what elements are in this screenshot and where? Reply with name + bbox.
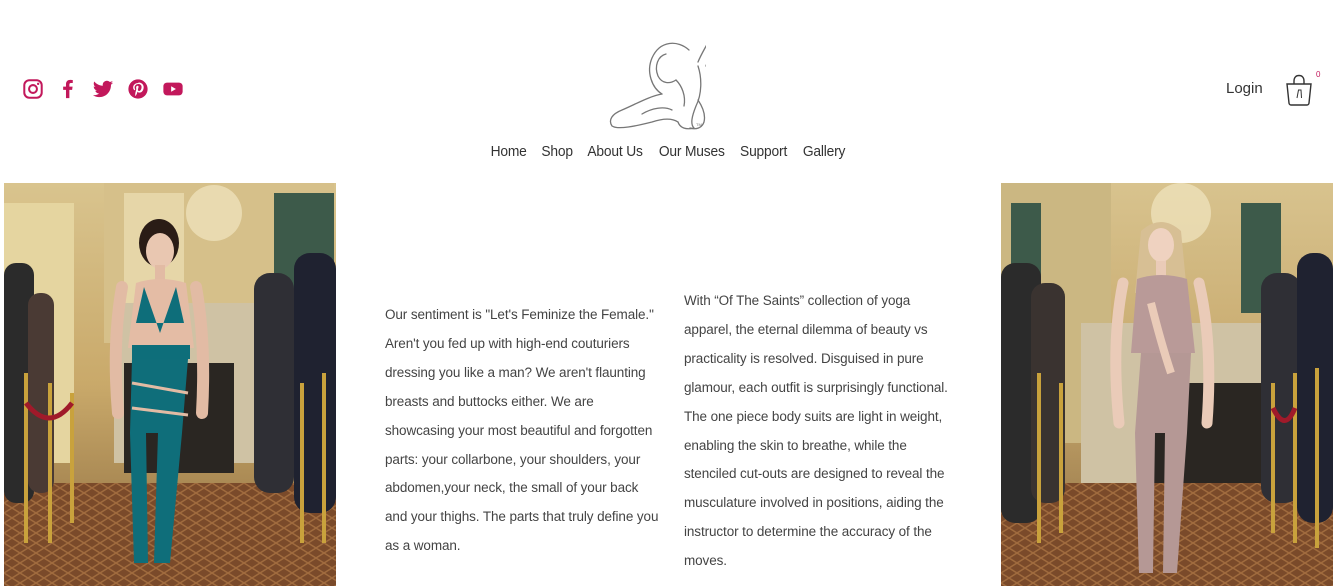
main-nav: Home Shop About Us Our Muses Support Gal… xyxy=(0,143,1336,160)
collection-description-text: With “Of The Saints” collection of yoga … xyxy=(684,293,948,569)
nav-our-muses[interactable]: Our Muses xyxy=(659,143,725,160)
nav-gallery[interactable]: Gallery xyxy=(802,143,845,160)
trademark-mark: TM xyxy=(696,122,702,127)
shopping-bag-icon[interactable] xyxy=(1284,74,1314,106)
facebook-icon[interactable] xyxy=(57,78,79,100)
youtube-icon[interactable] xyxy=(162,78,184,100)
nav-home[interactable]: Home xyxy=(491,143,527,160)
runway-photo-right xyxy=(1001,183,1333,586)
nav-about-us[interactable]: About Us xyxy=(587,143,642,160)
social-links xyxy=(22,78,184,100)
elephant-logo-icon[interactable]: TM xyxy=(606,10,706,134)
brand-sentiment-text: Our sentiment is "Let's Feminize the Fem… xyxy=(385,307,659,554)
site-header: TM Home Shop About Us Our Muses Support … xyxy=(0,0,1336,183)
twitter-icon[interactable] xyxy=(92,78,114,100)
instagram-icon[interactable] xyxy=(22,78,44,100)
login-link[interactable]: Login xyxy=(1226,80,1263,97)
pinterest-icon[interactable] xyxy=(127,78,149,100)
runway-photo-left xyxy=(4,183,336,586)
cart-count-badge: 0 xyxy=(1316,70,1321,79)
nav-shop[interactable]: Shop xyxy=(541,143,573,160)
nav-support[interactable]: Support xyxy=(740,143,787,160)
